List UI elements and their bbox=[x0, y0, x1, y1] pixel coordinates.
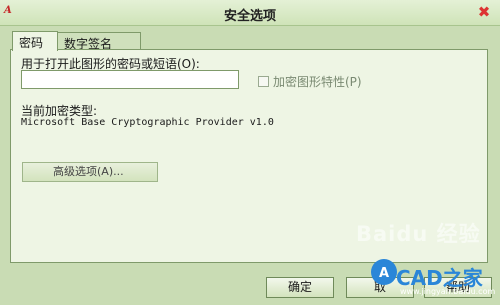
encryption-provider-value: Microsoft Base Cryptographic Provider v1… bbox=[21, 117, 274, 128]
advanced-options-button[interactable]: 高级选项(A)... bbox=[22, 162, 158, 182]
ok-button[interactable]: 确定 bbox=[266, 277, 334, 298]
baidu-watermark: Baidu 经验 bbox=[356, 222, 481, 246]
tab-password[interactable]: 密码 bbox=[12, 31, 58, 51]
watermark-url: www.jingyan.baidu.com bbox=[400, 287, 496, 296]
password-input[interactable] bbox=[21, 70, 239, 89]
close-button[interactable]: ✖ bbox=[474, 3, 494, 22]
encrypt-properties-label: 加密图形特性(P) bbox=[273, 75, 362, 89]
title-bar: A 安全选项 ✖ bbox=[0, 0, 500, 26]
svg-text:A: A bbox=[379, 266, 389, 281]
checkbox-box[interactable] bbox=[258, 76, 269, 87]
window-title: 安全选项 bbox=[223, 9, 276, 24]
cad-home-logo-icon: A bbox=[371, 259, 397, 285]
encrypt-properties-checkbox[interactable]: 加密图形特性(P) bbox=[258, 73, 362, 90]
